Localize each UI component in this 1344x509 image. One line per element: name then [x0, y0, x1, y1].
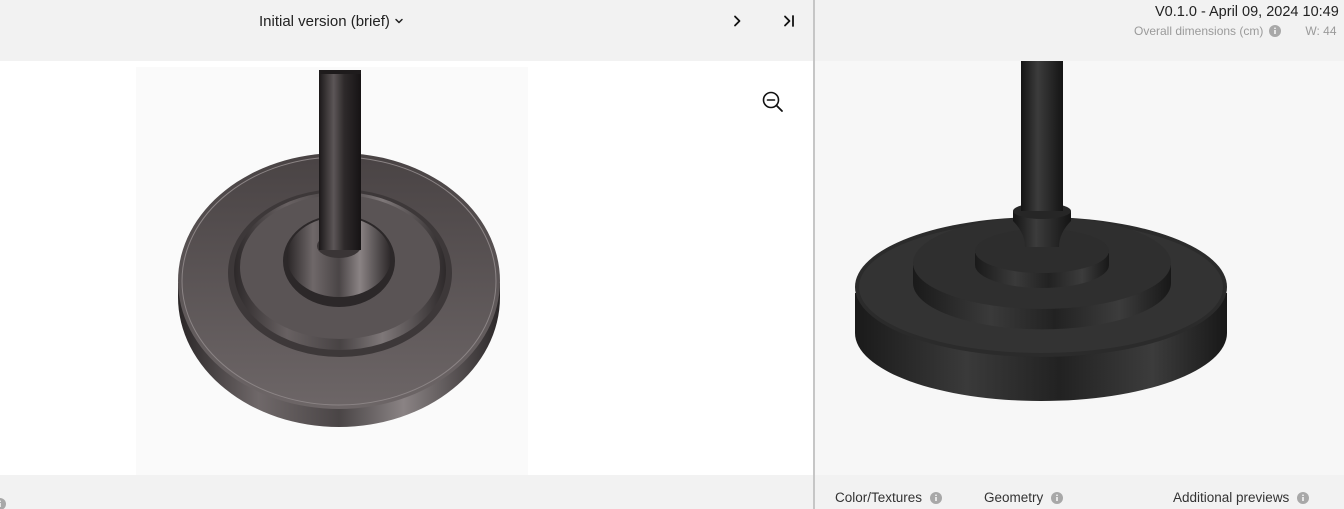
render-panel: V0.1.0 - April 09, 2024 10:49 P Overall … — [815, 0, 1344, 509]
version-meta: V0.1.0 - April 09, 2024 10:49 P — [1155, 4, 1344, 20]
render-image — [843, 61, 1243, 411]
info-icon[interactable] — [1269, 25, 1282, 37]
skip-to-last-icon — [784, 15, 794, 27]
version-selector[interactable]: Initial version (brief) — [259, 11, 404, 31]
zoom-out-icon — [762, 91, 783, 112]
dimensions-label: Overall dimensions (cm) — [1134, 24, 1264, 38]
tab-label: Color/Textures — [835, 490, 923, 505]
reference-image-area — [0, 61, 813, 475]
tab-additional-previews[interactable]: Additional previews — [1173, 490, 1310, 505]
last-button[interactable] — [778, 10, 800, 32]
info-icon[interactable] — [1297, 491, 1310, 504]
reference-photo — [136, 67, 528, 475]
chevron-down-icon — [395, 18, 403, 24]
render-toolbar: V0.1.0 - April 09, 2024 10:49 P Overall … — [815, 0, 1344, 61]
info-icon[interactable] — [0, 498, 6, 509]
reference-bottom-bar — [0, 475, 813, 509]
dimensions-row: Overall dimensions (cm) W: 44 — [1134, 24, 1337, 38]
info-icon[interactable] — [1051, 491, 1064, 504]
reference-toolbar: Initial version (brief) — [0, 0, 813, 61]
next-button[interactable] — [726, 10, 748, 32]
zoom-button[interactable] — [760, 89, 786, 115]
tab-label: Additional previews — [1173, 490, 1290, 505]
dimensions-width: W: 44 — [1305, 24, 1337, 38]
render-image-area — [815, 61, 1344, 475]
version-selector-label: Initial version (brief) — [259, 12, 390, 30]
tab-geometry[interactable]: Geometry — [984, 490, 1064, 505]
tab-color-textures[interactable]: Color/Textures — [835, 490, 943, 505]
tab-label: Geometry — [984, 490, 1044, 505]
info-icon[interactable] — [930, 491, 943, 504]
reference-panel: Initial version (brief) — [0, 0, 813, 509]
chevron-right-icon — [734, 15, 741, 27]
